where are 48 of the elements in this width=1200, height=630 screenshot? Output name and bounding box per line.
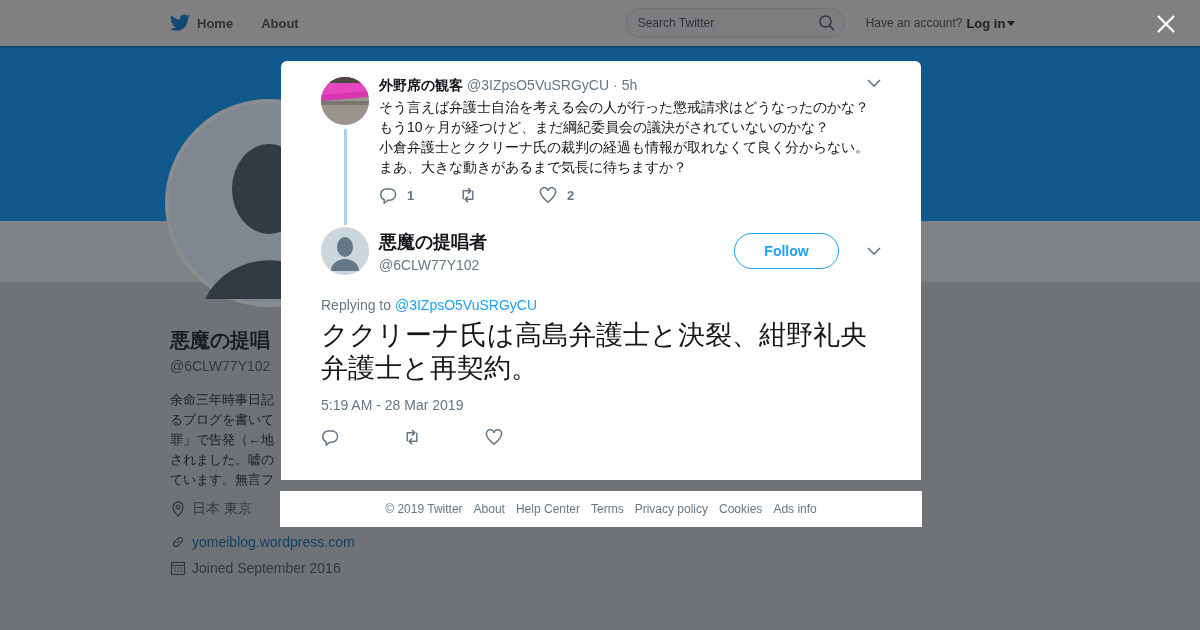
join-date: Joined September 2016 (192, 560, 341, 576)
footer-link[interactable]: Cookies (719, 502, 763, 516)
nav-link[interactable]: Home (170, 14, 234, 32)
reply-icon[interactable] (321, 429, 339, 446)
account-prompt: Have an account? (865, 16, 963, 30)
search-icon[interactable] (818, 15, 835, 31)
bio-text: るブログを書いて (170, 411, 274, 429)
tweet-text: ククリーナ氏は高島弁護士と決裂、紺野礼央弁護士と再契約。 (321, 319, 868, 385)
author-name: 外野席の観客 (379, 77, 463, 95)
caret-icon (1007, 20, 1016, 26)
reply-icon[interactable] (379, 187, 397, 204)
mention-link[interactable]: @3IZpsO5VuSRGyCU (394, 297, 537, 313)
tweet-text: そう言えば弁護士自治を考える会の人が行った懲戒請求はどうなったのかな？ もう10ヶ月が経つけど、まだ綱紀委員会の議決がされていないのかな？ 小倉弁護士とククリーナ氏の裁判の経過も情報が取れなくて良く分からない。 まあ、大きな動きがあるまで気長に待ちますか？ (379, 98, 870, 177)
tweet-timestamp: 5:19 AM - 28 Mar 2019 (321, 397, 465, 413)
bio-text: 余命三年時事日記 (170, 391, 274, 409)
heart-icon[interactable] (539, 187, 557, 204)
reply-count: 1 (407, 188, 415, 203)
footer-link[interactable]: Ads info (773, 502, 817, 516)
nav-link[interactable]: About (261, 15, 299, 31)
location-icon (170, 501, 186, 517)
heart-icon[interactable] (485, 429, 503, 446)
chevron-icon[interactable] (867, 79, 881, 88)
login-link[interactable]: Log in (966, 15, 1016, 31)
avatar-icon (321, 227, 369, 275)
replying-to-text: Replying to @3IZpsO5VuSRGyCU (321, 297, 538, 313)
bio-text: ています。無言フ (170, 471, 274, 489)
bird-icon (170, 14, 191, 32)
copyright-text: © 2019 Twitter (385, 502, 463, 516)
chevron-icon[interactable] (867, 246, 881, 256)
link-icon (170, 534, 186, 550)
like-count: 2 (567, 188, 575, 203)
calendar-icon (170, 560, 186, 576)
footer-link[interactable]: Help Center (515, 502, 580, 516)
bio-text: されました。嘘の (170, 451, 274, 469)
author-handle: @3IZpsO5VuSRGyCU (467, 77, 610, 93)
search-field[interactable]: Search Twitter (624, 8, 845, 38)
tweet-time: · 5h (613, 77, 638, 93)
profile-name: 悪魔の提唱 (170, 328, 270, 353)
close-icon[interactable] (1156, 14, 1176, 34)
author-handle: @6CLW77Y102 (379, 256, 481, 273)
author-name: 悪魔の提唱者 (379, 230, 488, 254)
follow-button[interactable]: Follow (734, 233, 839, 269)
footer-link[interactable]: About (473, 502, 505, 516)
footer-link[interactable]: Terms (591, 502, 624, 516)
profile-handle: @6CLW77Y102 (170, 358, 271, 374)
profile-location: 日本 東京 (192, 500, 252, 518)
footer-link[interactable]: Privacy policy (634, 502, 708, 516)
bio-text: 罪」で告発（←地 (170, 431, 274, 449)
